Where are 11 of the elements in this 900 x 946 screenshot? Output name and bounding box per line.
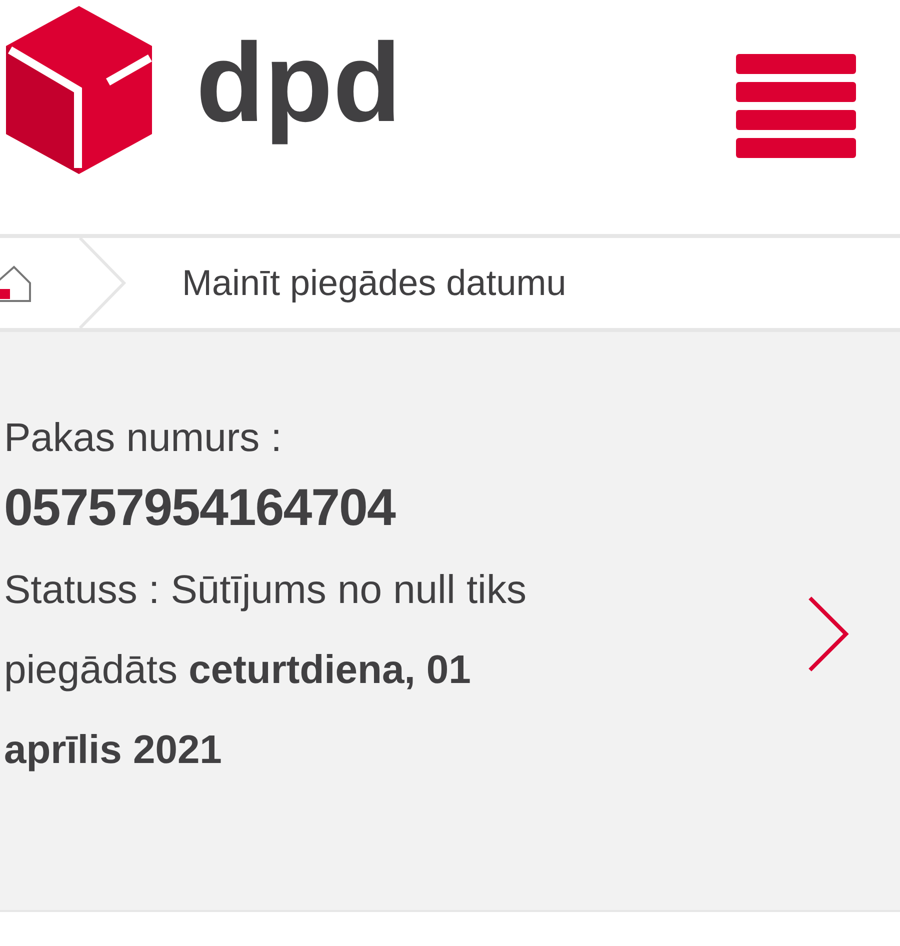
breadcrumb-separator-icon — [78, 238, 128, 328]
parcel-number-label: Pakas numurs : — [4, 415, 283, 462]
parcel-box-logo-icon — [4, 4, 154, 176]
delivery-status: Statuss : Sūtījums no null tiks piegādāts ceturtdiena, 01 aprīlis 2021 — [4, 567, 528, 774]
logo-wordmark: dpd — [196, 18, 402, 147]
parcel-panel[interactable]: Pakas numurs : 05757954164704 Statuss : Sūtījums no null tiks piegādāts ceturtdiena, 01 aprīlis 2021 — [0, 332, 900, 912]
parcel-number: 05757954164704 — [4, 478, 397, 538]
chevron-right-icon — [806, 596, 850, 672]
menu-button[interactable] — [736, 54, 856, 158]
home-icon[interactable] — [0, 263, 32, 303]
breadcrumb-current: Mainīt piegādes datumu — [182, 261, 566, 305]
